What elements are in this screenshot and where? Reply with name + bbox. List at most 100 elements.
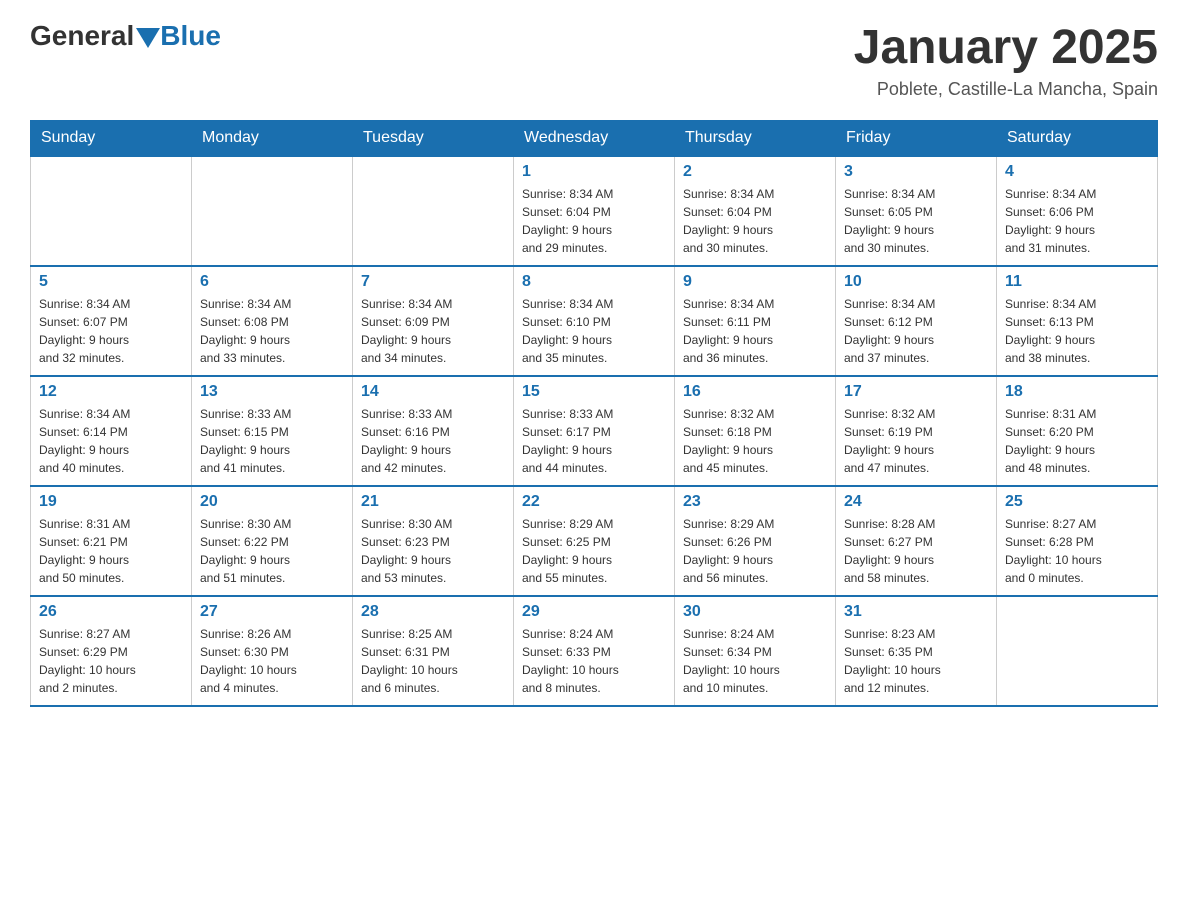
calendar-cell: 1 Sunrise: 8:34 AM Sunset: 6:04 PM Daylig… <box>514 156 675 266</box>
day-info: Sunrise: 8:32 AM Sunset: 6:18 PM Dayligh… <box>683 405 827 477</box>
title-section: January 2025 Poblete, Castille-La Mancha… <box>854 20 1158 100</box>
weekday-header-wednesday: Wednesday <box>514 121 675 157</box>
day-number: 30 <box>683 603 827 621</box>
calendar-header-row: SundayMondayTuesdayWednesdayThursdayFrid… <box>31 121 1158 157</box>
day-number: 27 <box>200 603 344 621</box>
calendar-cell: 18Sunrise: 8:31 AM Sunset: 6:20 PM Dayli… <box>997 376 1158 486</box>
calendar-cell: 2Sunrise: 8:34 AM Sunset: 6:04 PM Daylig… <box>675 156 836 266</box>
calendar-cell: 27 Sunrise: 8:26 AM Sunset: 6:30 PM Dayli… <box>192 596 353 706</box>
calendar-week-row: 5Sunrise: 8:34 AM Sunset: 6:07 PM Daylig… <box>31 266 1158 376</box>
day-number: 17 <box>844 383 988 401</box>
calendar-table: SundayMondayTuesdayWednesdayThursdayFrid… <box>30 120 1158 707</box>
weekday-header-monday: Monday <box>192 121 353 157</box>
day-number: 16 <box>683 383 827 401</box>
weekday-header-saturday: Saturday <box>997 121 1158 157</box>
day-info: Sunrise: 8:32 AM Sunset: 6:19 PM Dayligh… <box>844 405 988 477</box>
calendar-cell: 5Sunrise: 8:34 AM Sunset: 6:07 PM Daylig… <box>31 266 192 376</box>
day-info: Sunrise: 8:33 AM Sunset: 6:15 PM Dayligh… <box>200 405 344 477</box>
day-info: Sunrise: 8:33 AM Sunset: 6:16 PM Dayligh… <box>361 405 505 477</box>
day-info: Sunrise: 8:24 AM Sunset: 6:33 PM Dayligh… <box>522 625 666 697</box>
day-info: Sunrise: 8:34 AM Sunset: 6:12 PM Dayligh… <box>844 295 988 367</box>
calendar-cell <box>997 596 1158 706</box>
day-number: 8 <box>522 273 666 291</box>
calendar-cell: 12 Sunrise: 8:34 AM Sunset: 6:14 PM Dayli… <box>31 376 192 486</box>
day-number: 4 <box>1005 163 1149 181</box>
day-number: 21 <box>361 493 505 511</box>
day-number: 15 <box>522 383 666 401</box>
day-info: Sunrise: 8:25 AM Sunset: 6:31 PM Dayligh… <box>361 625 505 697</box>
calendar-cell: 31 Sunrise: 8:23 AM Sunset: 6:35 PM Dayli… <box>836 596 997 706</box>
weekday-header-friday: Friday <box>836 121 997 157</box>
day-info: Sunrise: 8:34 AM Sunset: 6:08 PM Dayligh… <box>200 295 344 367</box>
day-info: Sunrise: 8:34 AM Sunset: 6:09 PM Dayligh… <box>361 295 505 367</box>
calendar-cell: 24Sunrise: 8:28 AM Sunset: 6:27 PM Dayli… <box>836 486 997 596</box>
day-info: Sunrise: 8:30 AM Sunset: 6:22 PM Dayligh… <box>200 515 344 587</box>
day-info: Sunrise: 8:26 AM Sunset: 6:30 PM Dayligh… <box>200 625 344 697</box>
day-info: Sunrise: 8:34 AM Sunset: 6:04 PM Dayligh… <box>522 185 666 257</box>
day-number: 19 <box>39 493 183 511</box>
calendar-cell: 20 Sunrise: 8:30 AM Sunset: 6:22 PM Dayli… <box>192 486 353 596</box>
calendar-cell <box>353 156 514 266</box>
day-number: 23 <box>683 493 827 511</box>
day-number: 3 <box>844 163 988 181</box>
calendar-cell: 14 Sunrise: 8:33 AM Sunset: 6:16 PM Dayli… <box>353 376 514 486</box>
logo: General Blue <box>30 20 221 52</box>
day-info: Sunrise: 8:34 AM Sunset: 6:13 PM Dayligh… <box>1005 295 1149 367</box>
day-number: 1 <box>522 163 666 181</box>
calendar-week-row: 19Sunrise: 8:31 AM Sunset: 6:21 PM Dayli… <box>31 486 1158 596</box>
calendar-cell: 28 Sunrise: 8:25 AM Sunset: 6:31 PM Dayli… <box>353 596 514 706</box>
day-info: Sunrise: 8:30 AM Sunset: 6:23 PM Dayligh… <box>361 515 505 587</box>
page-header: General Blue January 2025 Poblete, Casti… <box>30 20 1158 100</box>
day-info: Sunrise: 8:34 AM Sunset: 6:06 PM Dayligh… <box>1005 185 1149 257</box>
calendar-cell: 10Sunrise: 8:34 AM Sunset: 6:12 PM Dayli… <box>836 266 997 376</box>
month-year-title: January 2025 <box>854 20 1158 75</box>
calendar-cell: 30 Sunrise: 8:24 AM Sunset: 6:34 PM Dayli… <box>675 596 836 706</box>
day-info: Sunrise: 8:34 AM Sunset: 6:14 PM Dayligh… <box>39 405 183 477</box>
weekday-header-sunday: Sunday <box>31 121 192 157</box>
day-number: 11 <box>1005 273 1149 291</box>
day-info: Sunrise: 8:27 AM Sunset: 6:29 PM Dayligh… <box>39 625 183 697</box>
calendar-cell: 4 Sunrise: 8:34 AM Sunset: 6:06 PM Daylig… <box>997 156 1158 266</box>
calendar-cell: 9Sunrise: 8:34 AM Sunset: 6:11 PM Daylig… <box>675 266 836 376</box>
calendar-cell: 21 Sunrise: 8:30 AM Sunset: 6:23 PM Dayli… <box>353 486 514 596</box>
calendar-week-row: 26 Sunrise: 8:27 AM Sunset: 6:29 PM Dayli… <box>31 596 1158 706</box>
calendar-cell: 15 Sunrise: 8:33 AM Sunset: 6:17 PM Dayli… <box>514 376 675 486</box>
calendar-cell <box>192 156 353 266</box>
calendar-cell: 19Sunrise: 8:31 AM Sunset: 6:21 PM Dayli… <box>31 486 192 596</box>
calendar-cell: 7Sunrise: 8:34 AM Sunset: 6:09 PM Daylig… <box>353 266 514 376</box>
day-info: Sunrise: 8:23 AM Sunset: 6:35 PM Dayligh… <box>844 625 988 697</box>
day-number: 26 <box>39 603 183 621</box>
day-number: 28 <box>361 603 505 621</box>
calendar-cell: 8Sunrise: 8:34 AM Sunset: 6:10 PM Daylig… <box>514 266 675 376</box>
logo-general: General <box>30 20 134 52</box>
day-number: 12 <box>39 383 183 401</box>
calendar-cell: 17 Sunrise: 8:32 AM Sunset: 6:19 PM Dayli… <box>836 376 997 486</box>
calendar-cell: 25 Sunrise: 8:27 AM Sunset: 6:28 PM Dayli… <box>997 486 1158 596</box>
day-info: Sunrise: 8:24 AM Sunset: 6:34 PM Dayligh… <box>683 625 827 697</box>
calendar-cell: 29 Sunrise: 8:24 AM Sunset: 6:33 PM Dayli… <box>514 596 675 706</box>
calendar-cell <box>31 156 192 266</box>
day-info: Sunrise: 8:27 AM Sunset: 6:28 PM Dayligh… <box>1005 515 1149 587</box>
calendar-cell: 11 Sunrise: 8:34 AM Sunset: 6:13 PM Dayli… <box>997 266 1158 376</box>
logo-triangle-icon <box>136 28 160 48</box>
day-info: Sunrise: 8:29 AM Sunset: 6:25 PM Dayligh… <box>522 515 666 587</box>
day-number: 25 <box>1005 493 1149 511</box>
day-number: 5 <box>39 273 183 291</box>
day-number: 31 <box>844 603 988 621</box>
calendar-week-row: 12 Sunrise: 8:34 AM Sunset: 6:14 PM Dayli… <box>31 376 1158 486</box>
weekday-header-tuesday: Tuesday <box>353 121 514 157</box>
day-number: 9 <box>683 273 827 291</box>
day-number: 22 <box>522 493 666 511</box>
day-info: Sunrise: 8:33 AM Sunset: 6:17 PM Dayligh… <box>522 405 666 477</box>
day-number: 2 <box>683 163 827 181</box>
day-number: 14 <box>361 383 505 401</box>
day-number: 13 <box>200 383 344 401</box>
day-info: Sunrise: 8:31 AM Sunset: 6:20 PM Dayligh… <box>1005 405 1149 477</box>
location-subtitle: Poblete, Castille-La Mancha, Spain <box>854 79 1158 100</box>
day-info: Sunrise: 8:34 AM Sunset: 6:05 PM Dayligh… <box>844 185 988 257</box>
day-info: Sunrise: 8:28 AM Sunset: 6:27 PM Dayligh… <box>844 515 988 587</box>
calendar-week-row: 1 Sunrise: 8:34 AM Sunset: 6:04 PM Daylig… <box>31 156 1158 266</box>
calendar-cell: 6Sunrise: 8:34 AM Sunset: 6:08 PM Daylig… <box>192 266 353 376</box>
day-number: 29 <box>522 603 666 621</box>
day-number: 20 <box>200 493 344 511</box>
